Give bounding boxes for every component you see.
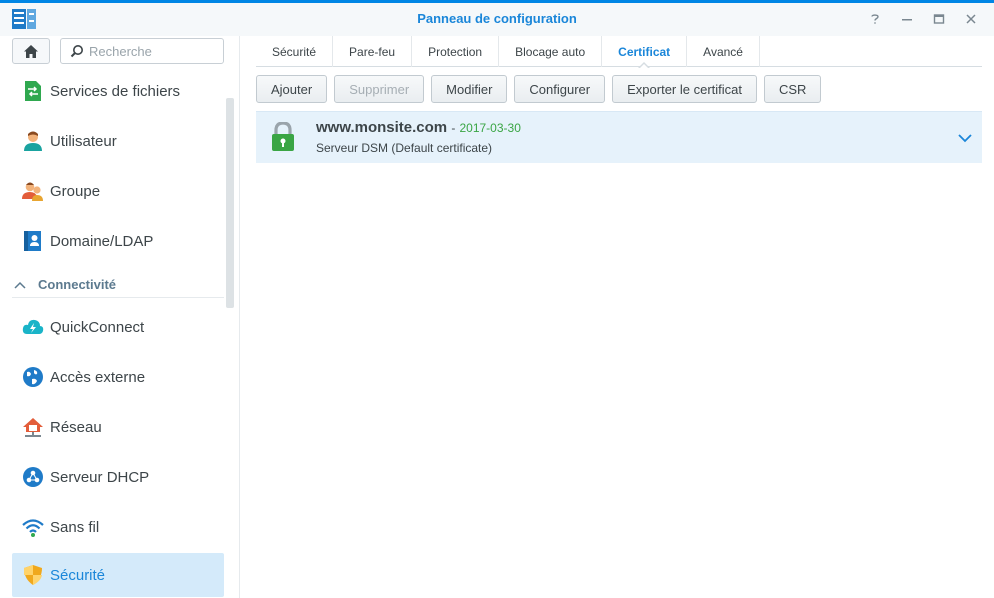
- file-services-icon: [20, 78, 46, 104]
- security-shield-icon: [20, 562, 46, 588]
- domain-icon: [20, 228, 46, 254]
- certificate-domain: www.monsite.com: [316, 119, 448, 136]
- delete-button[interactable]: Supprimer: [334, 75, 425, 103]
- external-access-icon: [20, 364, 46, 390]
- search-icon: [70, 44, 84, 63]
- sidebar-item-network[interactable]: Réseau: [12, 405, 224, 449]
- toolbar: Ajouter Supprimer Modifier Configurer Ex…: [256, 75, 822, 103]
- sidebar-item-label: Réseau: [50, 418, 102, 436]
- sidebar-item-label: Sécurité: [50, 566, 106, 584]
- sidebar-item-user[interactable]: Utilisateur: [12, 119, 224, 163]
- sidebar-item-label: Domaine/LDAP: [50, 232, 154, 250]
- wifi-icon: [20, 514, 46, 540]
- tab-firewall[interactable]: Pare-feu: [333, 36, 413, 67]
- close-icon[interactable]: [962, 10, 980, 28]
- maximize-icon[interactable]: [930, 10, 948, 28]
- search-box: [60, 38, 224, 64]
- tab-protection[interactable]: Protection: [412, 36, 500, 67]
- sidebar-item-dhcp-server[interactable]: Serveur DHCP: [12, 455, 224, 499]
- home-icon: [24, 44, 38, 58]
- lock-icon: [271, 121, 295, 157]
- sidebar-item-wireless[interactable]: Sans fil: [12, 505, 224, 549]
- search-input[interactable]: [89, 42, 219, 60]
- chevron-up-icon: [14, 277, 26, 292]
- sidebar-item-label: Groupe: [50, 182, 101, 200]
- certificate-row[interactable]: www.monsite.com - 2017-03-30 Serveur DSM…: [256, 111, 982, 163]
- configure-button[interactable]: Configurer: [514, 75, 606, 103]
- help-icon[interactable]: [866, 10, 884, 28]
- certificate-date: 2017-03-30: [459, 121, 521, 135]
- tab-advanced[interactable]: Avancé: [687, 36, 760, 67]
- window-controls: [866, 10, 980, 28]
- certificate-title: www.monsite.com - 2017-03-30: [316, 119, 521, 136]
- section-label: Connectivité: [38, 277, 117, 292]
- network-icon: [20, 414, 46, 440]
- tab-bar: Sécurité Pare-feu Protection Blocage aut…: [256, 36, 982, 69]
- tab-security[interactable]: Sécurité: [256, 36, 334, 67]
- edit-button[interactable]: Modifier: [431, 75, 508, 103]
- window-title: Panneau de configuration: [417, 11, 577, 26]
- csr-button[interactable]: CSR: [764, 75, 822, 103]
- sidebar-item-label: QuickConnect: [50, 318, 145, 336]
- dhcp-icon: [20, 464, 46, 490]
- sidebar-item-label: Accès externe: [50, 368, 146, 386]
- sidebar-item-label: Utilisateur: [50, 132, 117, 150]
- sidebar-item-label: Serveur DHCP: [50, 468, 150, 486]
- sidebar-item-external-access[interactable]: Accès externe: [12, 355, 224, 399]
- certificate-separator: -: [451, 121, 456, 135]
- chevron-down-icon[interactable]: [958, 130, 972, 148]
- tab-certificate[interactable]: Certificat: [602, 36, 688, 69]
- group-icon: [20, 178, 46, 204]
- sidebar-item-quickconnect[interactable]: QuickConnect: [12, 305, 224, 349]
- sidebar-item-label: Services de fichiers: [50, 82, 181, 100]
- main-panel: Sécurité Pare-feu Protection Blocage aut…: [241, 36, 994, 598]
- sidebar: Services de fichiers Utilisateur Groupe …: [0, 36, 240, 598]
- sidebar-item-domain-ldap[interactable]: Domaine/LDAP: [12, 219, 224, 263]
- sidebar-item-security[interactable]: Sécurité: [12, 553, 224, 597]
- export-certificate-button[interactable]: Exporter le certificat: [612, 75, 757, 103]
- sidebar-scrollbar[interactable]: [226, 98, 234, 308]
- minimize-icon[interactable]: [898, 10, 916, 28]
- sidebar-item-group[interactable]: Groupe: [12, 169, 224, 213]
- quickconnect-icon: [20, 314, 46, 340]
- title-bar: Panneau de configuration: [0, 0, 994, 36]
- sidebar-item-label: Sans fil: [50, 518, 100, 536]
- section-connectivity[interactable]: Connectivité: [12, 272, 224, 298]
- certificate-description: Serveur DSM (Default certificate): [316, 141, 493, 155]
- tab-auto-block[interactable]: Blocage auto: [499, 36, 603, 67]
- home-button[interactable]: [12, 38, 50, 64]
- user-icon: [20, 128, 46, 154]
- add-button[interactable]: Ajouter: [256, 75, 328, 103]
- sidebar-item-file-services[interactable]: Services de fichiers: [12, 69, 224, 113]
